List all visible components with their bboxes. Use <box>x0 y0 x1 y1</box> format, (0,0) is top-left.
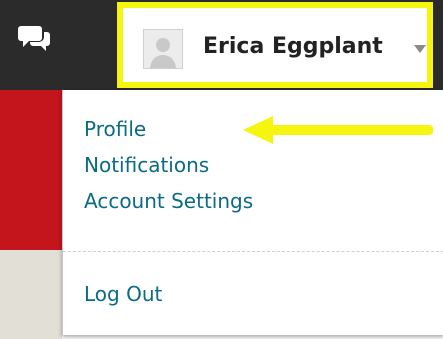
background-red-banner <box>0 90 62 250</box>
default-avatar-icon <box>143 29 183 69</box>
user-dropdown-menu: Profile Notifications Account Settings L… <box>62 90 443 335</box>
menu-item-account-settings[interactable]: Account Settings <box>84 189 253 213</box>
menu-item-log-out[interactable]: Log Out <box>84 282 162 306</box>
left-pointing-arrow <box>243 116 433 144</box>
caret-down-icon <box>414 45 426 53</box>
user-menu-button[interactable]: Erica Eggplant <box>117 2 433 88</box>
menu-item-profile[interactable]: Profile <box>84 117 146 141</box>
menu-item-notifications[interactable]: Notifications <box>84 153 209 177</box>
menu-divider <box>63 251 443 252</box>
user-name: Erica Eggplant <box>203 34 383 59</box>
chat-bubbles-icon <box>18 26 50 51</box>
top-navbar: Erica Eggplant <box>0 0 443 90</box>
chat-button[interactable] <box>0 0 70 90</box>
background-grey-panel <box>0 250 62 339</box>
